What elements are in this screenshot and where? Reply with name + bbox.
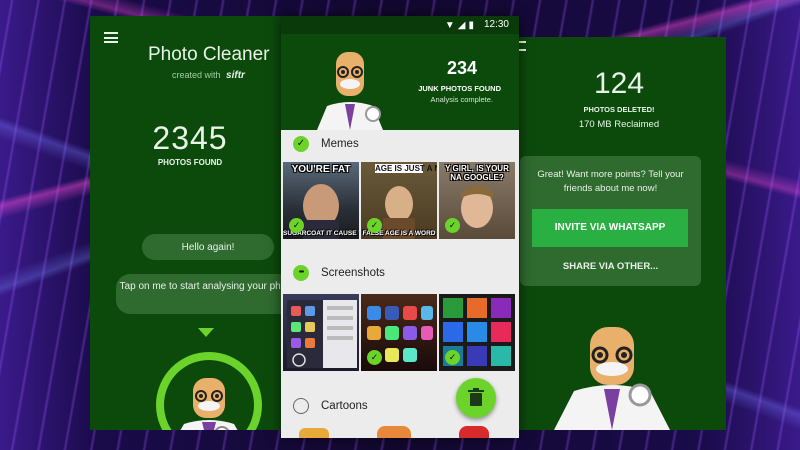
invite-card: Great! Want more points? Tell your frien…: [520, 156, 701, 286]
menu-icon[interactable]: [104, 32, 118, 43]
meme-thumbnail[interactable]: Y GIRL, IS YOUR NA GOOGLE? ✓: [439, 162, 515, 239]
junk-photos-label: JUNK PHOTOS FOUND: [418, 84, 501, 93]
cartoon-thumbnail[interactable]: [377, 426, 411, 438]
section-unchecked-icon[interactable]: [293, 398, 309, 414]
menu-icon[interactable]: [518, 41, 526, 51]
meme-thumbnail[interactable]: AGE IS JUST A NUMBER FALSE AGE IS A WORD…: [361, 162, 437, 239]
tap-to-analyse-bubble[interactable]: Tap on me to start analysing your photos…: [116, 274, 290, 314]
hello-bubble: Hello again!: [142, 234, 274, 260]
trash-icon: [468, 388, 484, 406]
right-screen: 124 PHOTOS DELETED! 170 MB Reclaimed Gre…: [512, 37, 726, 430]
status-bar: ▼◢▮ 12:30: [281, 16, 519, 34]
status-time: 12:30: [483, 19, 509, 30]
selected-check-icon[interactable]: ✓: [289, 218, 304, 233]
app-grid-icon: [287, 300, 357, 368]
cartoon-thumbnail[interactable]: [299, 428, 329, 438]
siftr-logo: siftr: [226, 70, 245, 81]
photos-found-label: PHOTOS FOUND: [157, 158, 223, 167]
app-title: Photo Cleaner: [148, 44, 270, 65]
pointer-triangle-icon: [198, 328, 214, 337]
created-with: created with siftr: [172, 70, 245, 81]
section-label: Cartoons: [321, 400, 368, 412]
cartoon-thumbnail[interactable]: [459, 426, 489, 438]
middle-screen: ▼◢▮ 12:30 234 JUNK PHOTOS FOUND Analysis…: [281, 16, 519, 438]
selected-check-icon[interactable]: ✓: [445, 350, 460, 365]
delete-fab-button[interactable]: [456, 378, 496, 418]
results-header: 234 JUNK PHOTOS FOUND Analysis complete.: [281, 34, 519, 130]
selected-check-icon[interactable]: ✓: [445, 218, 460, 233]
share-via-other-button[interactable]: SHARE VIA OTHER...: [520, 261, 701, 272]
analysis-status: Analysis complete.: [430, 95, 493, 104]
selected-check-icon[interactable]: ✓: [367, 350, 382, 365]
doctor-mascot-icon: [554, 327, 670, 430]
doctor-mascot-icon: [317, 52, 383, 130]
meme-top-text: YOU'RE FAT: [291, 164, 351, 175]
meme-top-text: AGE IS JUST A NUMBER: [375, 164, 437, 173]
photos-found-count: 2345: [152, 120, 228, 156]
section-memes[interactable]: ✓ Memes: [293, 134, 359, 154]
section-label: Memes: [321, 138, 359, 150]
meme-top-text: Y GIRL, IS YOUR NA GOOGLE?: [445, 164, 509, 182]
section-screenshots[interactable]: ••• Screenshots: [293, 263, 385, 283]
meme-thumbnail[interactable]: YOU'RE FAT SUGARCOAT IT CAUSE YOU'LL EAT…: [283, 162, 359, 239]
status-icons: ▼◢▮: [444, 20, 477, 31]
invite-whatsapp-button[interactable]: INVITE VIA WHATSAPP: [532, 209, 688, 247]
section-cartoons[interactable]: Cartoons: [293, 396, 368, 416]
created-with-label: created with: [172, 70, 221, 80]
selected-check-icon[interactable]: ✓: [367, 218, 382, 233]
photos-deleted-count: 124: [593, 67, 645, 100]
section-checked-icon[interactable]: ✓: [293, 136, 309, 152]
cartoon-thumbnails-row: [283, 424, 515, 438]
reclaimed-text: 170 MB Reclaimed: [578, 119, 660, 130]
invite-text: Great! Want more points? Tell your frien…: [537, 169, 684, 194]
section-label: Screenshots: [321, 267, 385, 279]
photos-deleted-label: PHOTOS DELETED!: [583, 105, 655, 114]
screenshot-thumbnail[interactable]: ✓: [361, 294, 437, 371]
junk-photos-count: 234: [446, 58, 477, 78]
screenshot-thumbnail[interactable]: ✓: [439, 294, 515, 371]
screenshot-thumbnail[interactable]: [283, 294, 359, 371]
left-screen: Photo Cleaner created with siftr 2345 PH…: [90, 16, 290, 430]
section-partial-icon[interactable]: •••: [293, 265, 309, 281]
